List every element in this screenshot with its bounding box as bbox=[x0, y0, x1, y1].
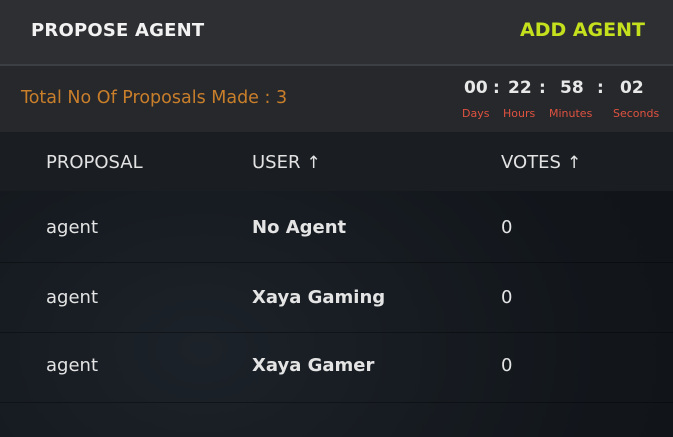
column-header-votes[interactable]: VOTES ↑ bbox=[501, 152, 581, 173]
user-cell: Xaya Gamer bbox=[252, 355, 375, 376]
timer-hours: 22 bbox=[508, 78, 532, 98]
timer-separator: : bbox=[493, 78, 500, 98]
table-row: agent Xaya Gamer 0 bbox=[0, 333, 673, 403]
table-row: agent Xaya Gaming 0 bbox=[0, 263, 673, 333]
sort-arrow-up-icon[interactable]: ↑ bbox=[306, 153, 320, 173]
proposal-cell: agent bbox=[46, 287, 98, 308]
timer-hours-label: Hours bbox=[503, 107, 536, 120]
panel-header: PROPOSE AGENT ADD AGENT bbox=[0, 0, 673, 66]
timer-minutes: 58 bbox=[560, 78, 584, 98]
column-header-user[interactable]: USER ↑ bbox=[252, 152, 321, 173]
countdown-timer: 00 : 22 : 58 : 02 Days Hours Minutes Sec… bbox=[453, 78, 673, 122]
votes-cell: 0 bbox=[501, 355, 513, 376]
table-header: PROPOSAL USER ↑ VOTES ↑ bbox=[0, 133, 673, 191]
timer-days-label: Days bbox=[462, 107, 490, 120]
timer-days: 00 bbox=[464, 78, 488, 98]
proposal-summary-bar: Total No Of Proposals Made : 3 00 : 22 :… bbox=[0, 66, 673, 133]
timer-seconds: 02 bbox=[620, 78, 644, 98]
add-agent-button[interactable]: ADD AGENT bbox=[520, 19, 645, 41]
user-cell: No Agent bbox=[252, 217, 347, 238]
proposal-cell: agent bbox=[46, 355, 98, 376]
user-cell: Xaya Gaming bbox=[252, 287, 386, 308]
votes-cell: 0 bbox=[501, 287, 513, 308]
propose-agent-panel: PROPOSE AGENT ADD AGENT Total No Of Prop… bbox=[0, 0, 673, 437]
total-proposals-text: Total No Of Proposals Made : 3 bbox=[21, 88, 288, 108]
sort-arrow-up-icon[interactable]: ↑ bbox=[567, 153, 581, 173]
timer-seconds-label: Seconds bbox=[613, 107, 660, 120]
table-row: agent No Agent 0 bbox=[0, 193, 673, 263]
votes-cell: 0 bbox=[501, 217, 513, 238]
proposal-cell: agent bbox=[46, 217, 98, 238]
timer-minutes-label: Minutes bbox=[549, 107, 593, 120]
column-header-votes-label: VOTES bbox=[501, 152, 561, 173]
page-title: PROPOSE AGENT bbox=[31, 20, 205, 41]
column-header-proposal: PROPOSAL bbox=[46, 152, 143, 173]
timer-separator: : bbox=[539, 78, 546, 98]
timer-separator: : bbox=[597, 78, 604, 98]
column-header-user-label: USER bbox=[252, 152, 301, 173]
